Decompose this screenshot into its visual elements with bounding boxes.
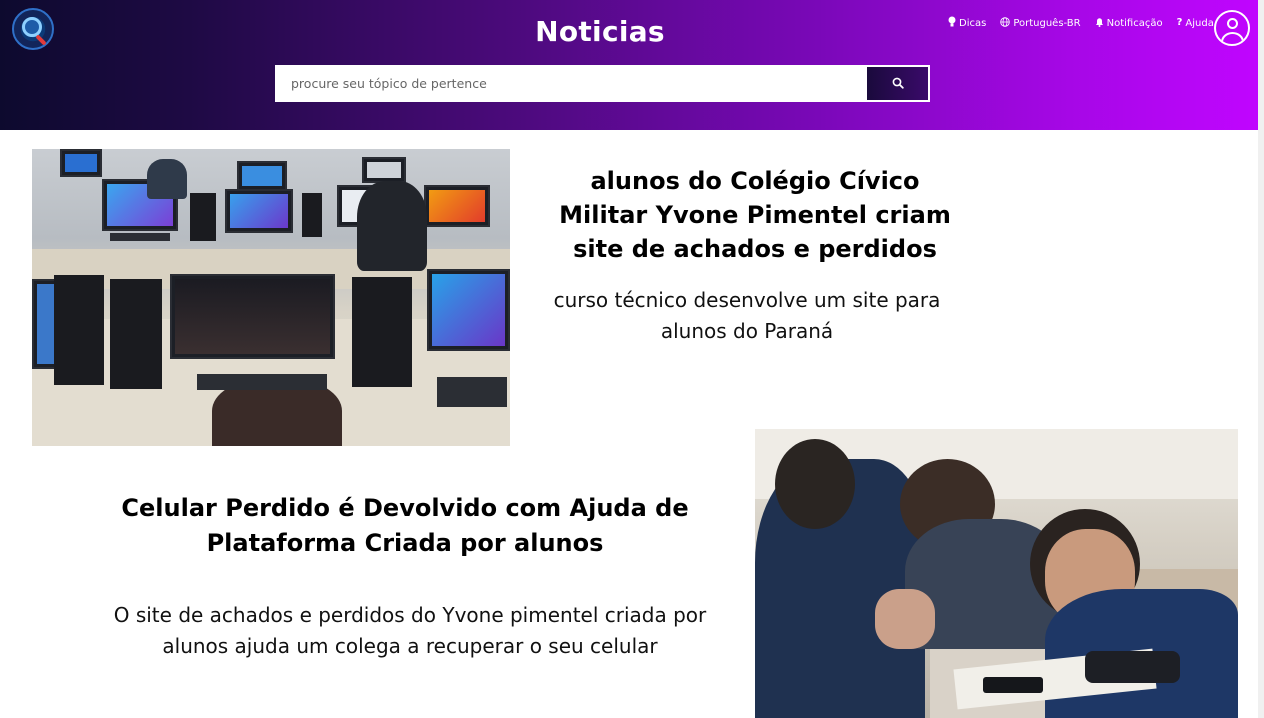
search-button[interactable] [867,67,928,100]
article-1-summary: curso técnico desenvolve um site para al… [553,288,941,343]
nav-notificacao-label: Notificação [1106,17,1163,29]
nav-dicas-label: Dicas [959,17,987,29]
page-scrollbar[interactable] [1258,0,1264,718]
user-avatar[interactable] [1214,10,1250,46]
lightbulb-icon [948,16,956,30]
search-bar [275,65,930,102]
search-input[interactable] [277,67,867,100]
nav-dicas[interactable]: Dicas [948,16,986,30]
article-1-image[interactable] [32,149,510,446]
globe-icon [1000,16,1011,30]
nav-ajuda[interactable]: ? Ajuda [1177,18,1214,29]
user-icon-head [1227,18,1238,29]
article-2-headline[interactable]: Celular Perdido é Devolvido com Ajuda de… [110,491,700,561]
user-icon-body [1221,32,1244,44]
page-title-text: Noticias [535,15,665,48]
bell-icon [1095,17,1104,30]
nav-ajuda-label: Ajuda [1185,17,1214,29]
article-1-headline[interactable]: alunos do Colégio Cívico Militar Yvone P… [555,164,955,266]
article-2-image[interactable] [755,429,1238,718]
article-2-summary: O site de achados e perdidos do Yvone pi… [113,603,707,658]
question-icon: ? [1176,17,1183,28]
nav-idioma[interactable]: Português-BR [1000,16,1081,30]
nav-idioma-label: Português-BR [1013,17,1081,29]
search-icon [892,74,904,93]
top-navigation: Dicas Português-BR Notificação ? Ajuda [948,16,1214,30]
nav-notificacao[interactable]: Notificação [1095,17,1163,30]
header-bar: Noticias Dicas Português-BR Notificação … [0,0,1258,130]
